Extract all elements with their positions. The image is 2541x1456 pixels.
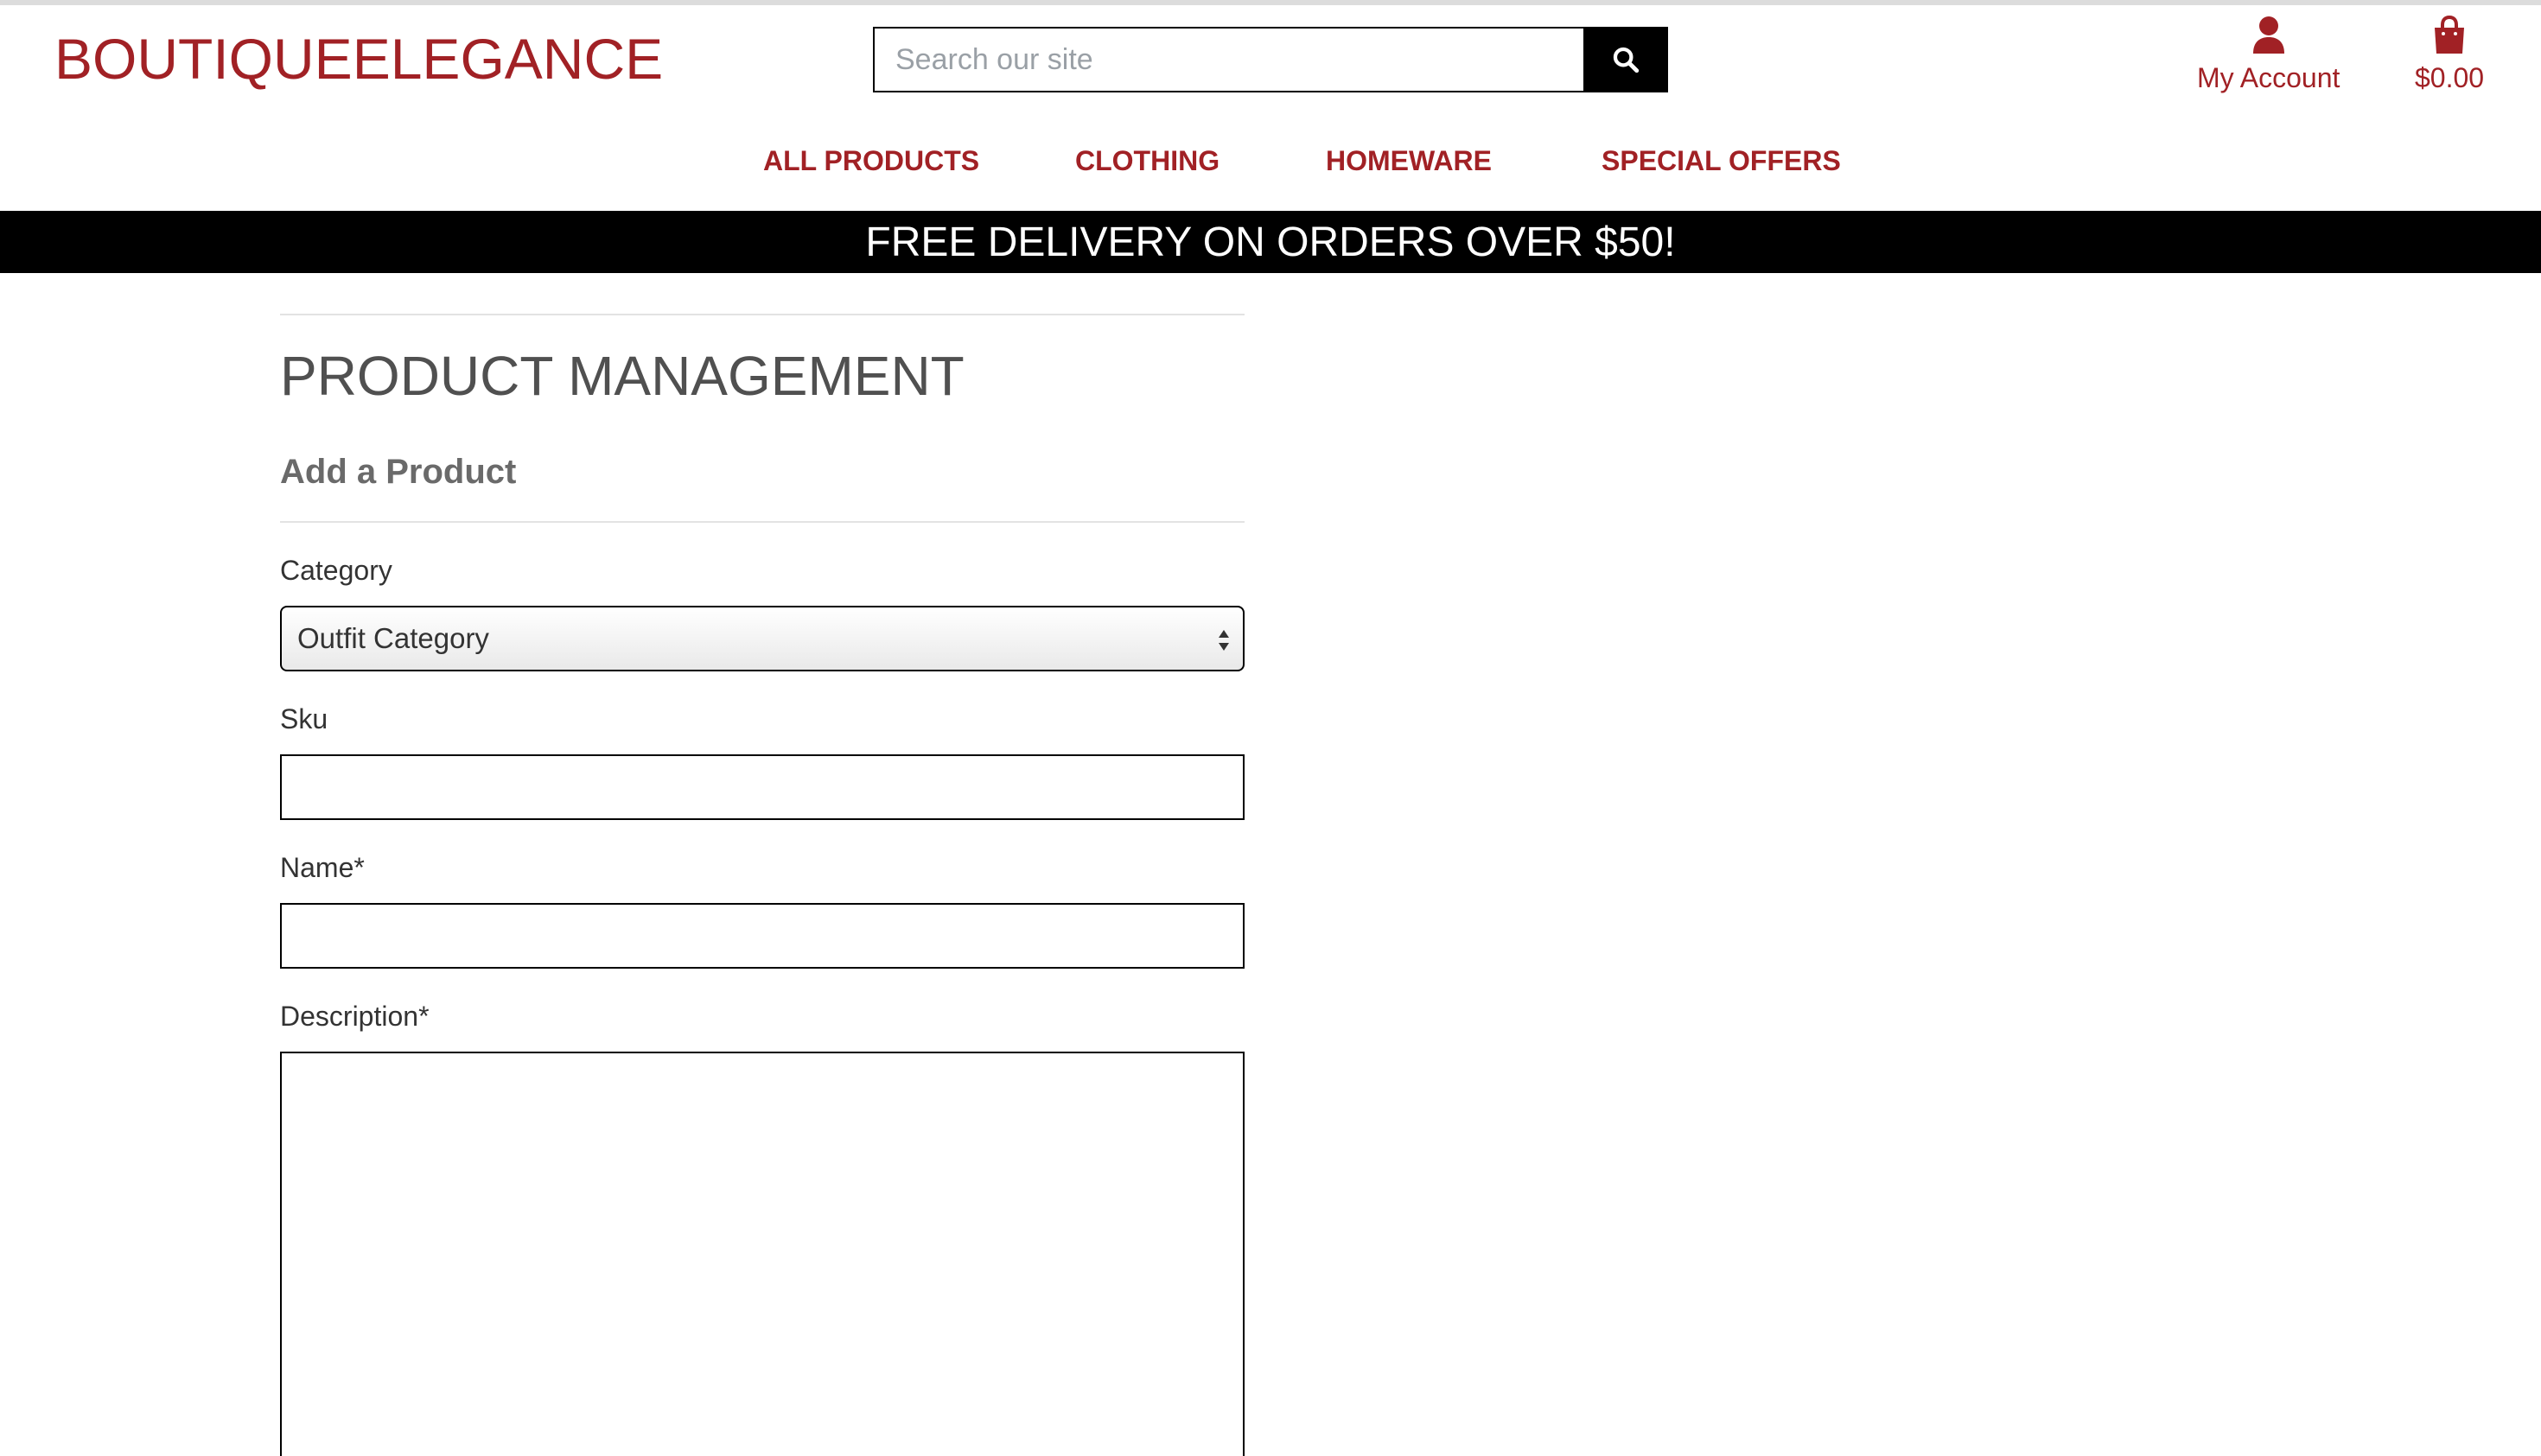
- site-logo[interactable]: BOUTIQUEELEGANCE: [54, 26, 663, 92]
- search-form: [873, 27, 1668, 92]
- user-icon: [2252, 16, 2284, 54]
- name-input[interactable]: [280, 903, 1245, 969]
- shopping-bag-icon: [2435, 16, 2465, 54]
- nav-item-all-products[interactable]: ALL PRODUCTS: [763, 145, 979, 177]
- description-label: Description*: [280, 1001, 430, 1032]
- name-label: Name*: [280, 852, 365, 883]
- browser-tab-strip: [0, 0, 2541, 5]
- top-divider: [280, 314, 1245, 315]
- sku-label: Sku: [280, 703, 328, 734]
- bag-total: $0.00: [2415, 62, 2485, 93]
- my-account-label: My Account: [2197, 62, 2340, 93]
- category-select[interactable]: Outfit Category: [280, 606, 1245, 671]
- delivery-banner-text: FREE DELIVERY ON ORDERS OVER $50!: [865, 219, 1676, 265]
- shopping-bag-link[interactable]: $0.00: [2415, 16, 2484, 94]
- sku-input[interactable]: [280, 754, 1245, 820]
- description-textarea[interactable]: [280, 1052, 1245, 1456]
- search-button[interactable]: [1583, 27, 1668, 92]
- subtitle-divider: [280, 521, 1245, 523]
- nav-item-homeware[interactable]: HOMEWARE: [1326, 145, 1492, 177]
- nav-item-clothing[interactable]: CLOTHING: [1075, 145, 1220, 177]
- category-label: Category: [280, 555, 392, 586]
- my-account-link[interactable]: My Account: [2197, 16, 2340, 94]
- page: BOUTIQUEELEGANCE My Account $0.00 ALL PR…: [0, 0, 2541, 1456]
- delivery-banner: FREE DELIVERY ON ORDERS OVER $50!: [0, 211, 2541, 273]
- page-subtitle: Add a Product: [280, 453, 517, 491]
- page-title: PRODUCT MANAGEMENT: [280, 345, 965, 407]
- select-arrows-icon: [1219, 630, 1229, 651]
- category-selected-value: Outfit Category: [297, 622, 489, 654]
- nav-item-special-offers[interactable]: SPECIAL OFFERS: [1602, 145, 1841, 177]
- search-icon: [1613, 47, 1640, 73]
- search-input[interactable]: [873, 27, 1583, 92]
- main-nav: ALL PRODUCTS CLOTHING HOMEWARE SPECIAL O…: [0, 145, 2541, 183]
